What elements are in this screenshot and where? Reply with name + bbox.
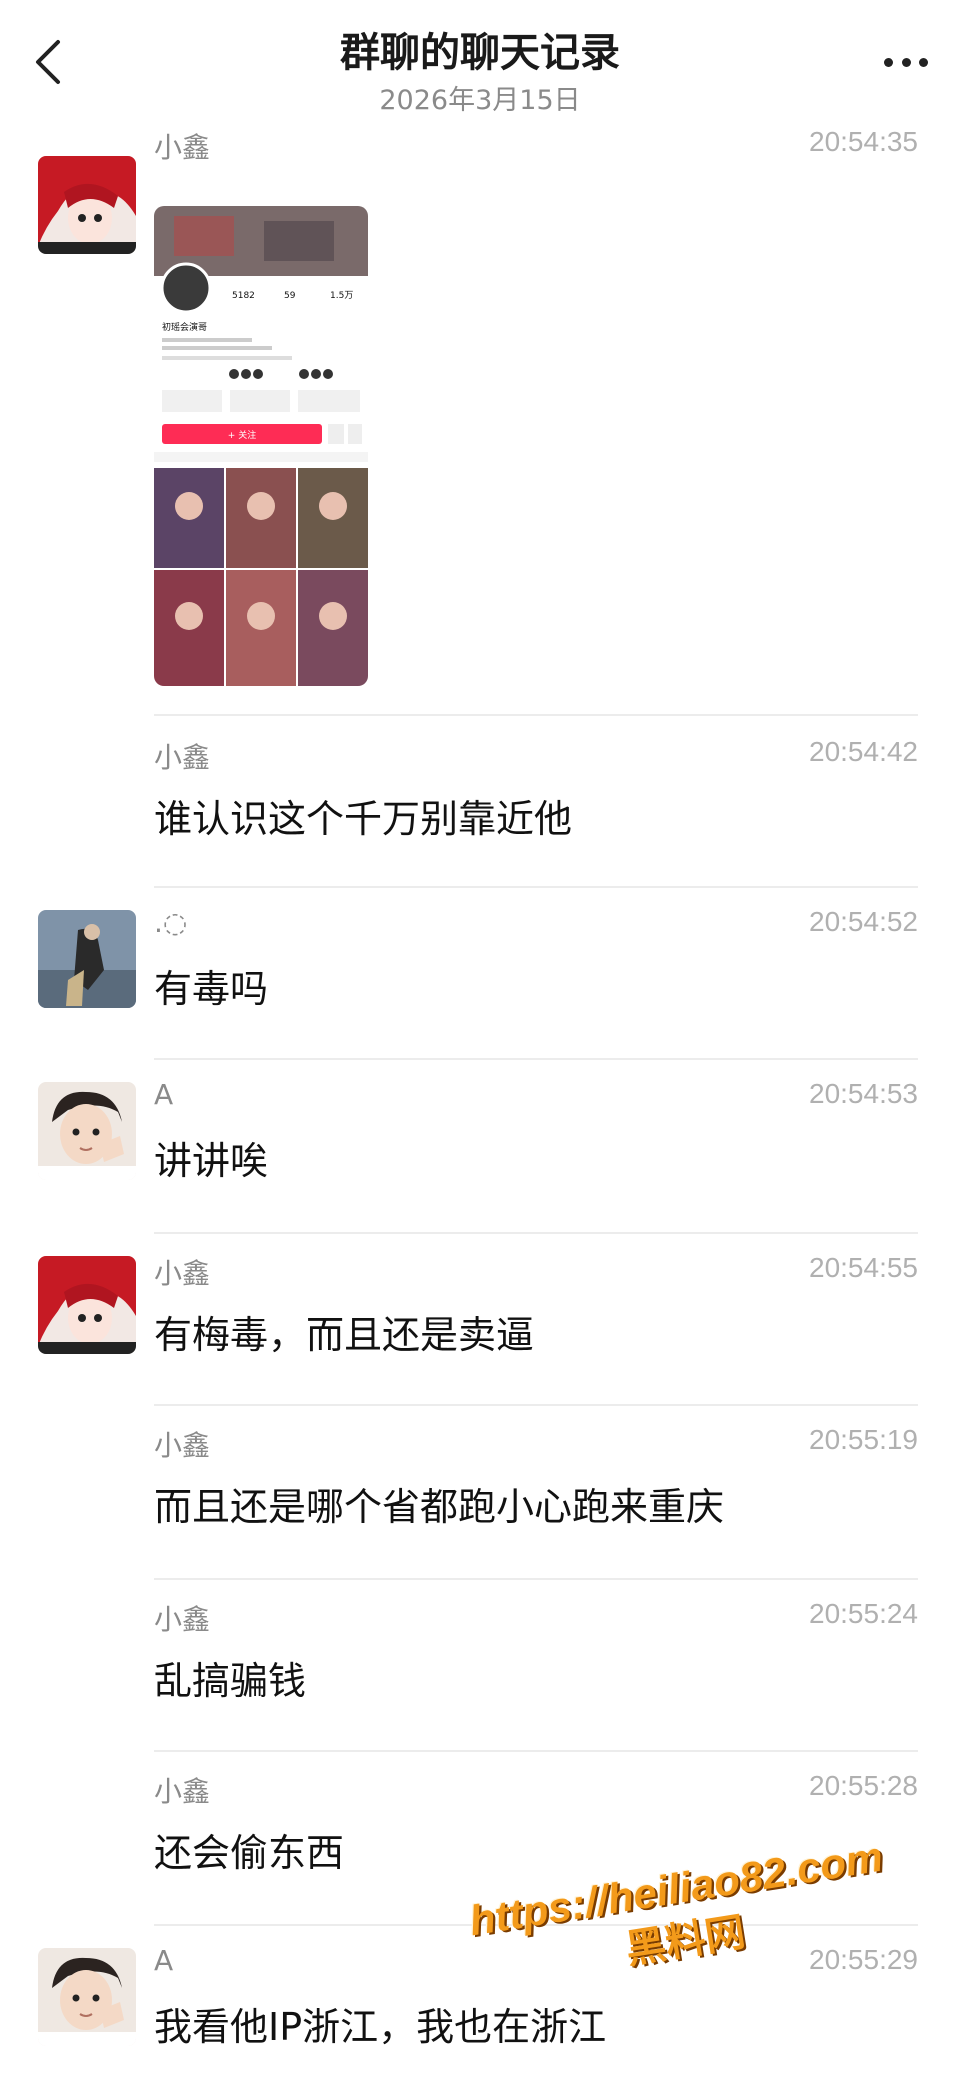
message-text: 还会偷东西 xyxy=(154,1831,345,1875)
message-item: 小鑫 20:54:42 谁认识这个千万别靠近他 xyxy=(0,716,960,888)
more-icon-dot xyxy=(919,57,928,67)
message-time: 20:54:53 xyxy=(809,1078,918,1109)
sender-name: 小鑫 xyxy=(154,1257,211,1290)
sender-name: 小鑫 xyxy=(154,1775,211,1808)
stat-value: 59 xyxy=(284,291,296,301)
avatar[interactable] xyxy=(38,1082,136,1180)
message-time: 20:54:42 xyxy=(809,736,918,767)
message-time: 20:54:35 xyxy=(809,126,918,157)
message-item: A 20:55:29 我看他IP浙江，我也在浙江 xyxy=(0,1926,960,2093)
message-item: 小鑫 20:54:55 有梅毒，而且还是卖逼 xyxy=(0,1234,960,1406)
more-icon-dot xyxy=(901,57,911,67)
message-item: 小鑫 20:55:19 而且还是哪个省都跑小心跑来重庆 xyxy=(0,1406,960,1580)
sender-name: 小鑫 xyxy=(154,131,211,164)
message-item: A 20:54:53 讲讲唉 xyxy=(0,1060,960,1234)
chat-header: 群聊的聊天记录 2026年3月15日 xyxy=(0,0,960,130)
message-item: .◌ 20:54:52 有毒吗 xyxy=(0,888,960,1060)
message-item: 小鑫 20:55:28 还会偷东西 xyxy=(0,1752,960,1926)
avatar[interactable] xyxy=(38,1948,136,2046)
stat-value: 1.5万 xyxy=(330,291,353,301)
message-text: 有毒吗 xyxy=(154,967,269,1011)
profile-name: 初瑶会演哥 xyxy=(162,321,207,333)
message-text: 讲讲唉 xyxy=(154,1139,269,1183)
sender-name: A xyxy=(154,1078,174,1111)
message-time: 20:55:24 xyxy=(809,1598,918,1629)
message-text: 乱搞骗钱 xyxy=(154,1659,307,1703)
avatar[interactable] xyxy=(38,910,136,1008)
avatar[interactable] xyxy=(38,156,136,254)
message-time: 20:54:52 xyxy=(809,906,918,937)
image-attachment[interactable]: 5182 59 1.5万 初瑶会演哥 + 关注 xyxy=(154,206,368,686)
message-time: 20:55:28 xyxy=(809,1770,918,1801)
stat-value: 5182 xyxy=(232,291,255,301)
sender-name: .◌ xyxy=(154,906,188,939)
message-item: 小鑫 20:54:35 5182 59 1.5万 初瑶会演哥 + 关注 xyxy=(0,126,960,716)
message-text: 有梅毒，而且还是卖逼 xyxy=(154,1313,535,1357)
message-item: 小鑫 20:55:24 乱搞骗钱 xyxy=(0,1580,960,1752)
sender-name: 小鑫 xyxy=(154,741,211,774)
message-text: 而且还是哪个省都跑小心跑来重庆 xyxy=(154,1485,725,1529)
message-text: 谁认识这个千万别靠近他 xyxy=(154,797,573,841)
sender-name: A xyxy=(154,1944,174,1977)
sender-name: 小鑫 xyxy=(154,1603,211,1636)
message-time: 20:55:29 xyxy=(809,1944,918,1975)
message-time: 20:54:55 xyxy=(809,1252,918,1283)
more-icon xyxy=(884,57,893,67)
message-text: 我看他IP浙江，我也在浙江 xyxy=(154,2005,607,2049)
follow-label: + 关注 xyxy=(228,429,256,441)
page-title: 群聊的聊天记录 xyxy=(340,30,620,76)
more-options-button[interactable] xyxy=(876,40,936,84)
sender-name: 小鑫 xyxy=(154,1429,211,1462)
message-time: 20:55:19 xyxy=(809,1424,918,1455)
chat-date: 2026年3月15日 xyxy=(379,85,581,116)
avatar[interactable] xyxy=(38,1256,136,1354)
